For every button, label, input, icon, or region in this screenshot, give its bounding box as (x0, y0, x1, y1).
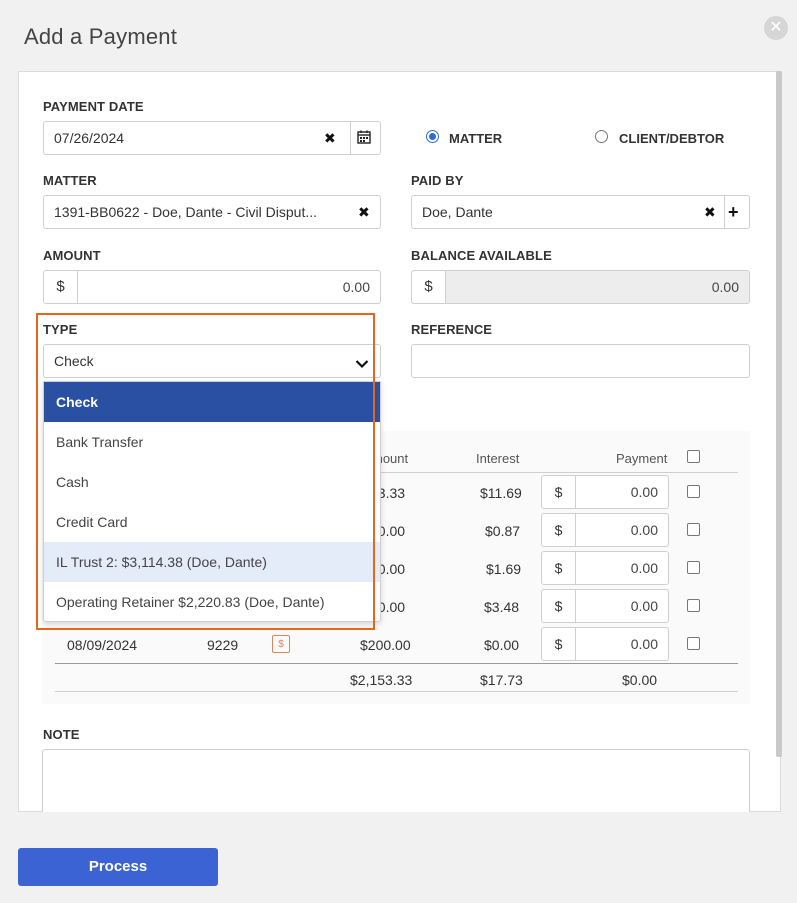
process-button[interactable]: Process (18, 848, 218, 886)
row-interest: $11.69 (480, 485, 522, 501)
row-interest: $3.48 (484, 599, 520, 615)
dialog-title: Add a Payment (24, 24, 178, 49)
payment-input[interactable]: $ 0.00 (541, 513, 669, 547)
payment-date-field[interactable]: 07/26/2024 ✖ (43, 121, 381, 155)
row-checkbox[interactable] (687, 637, 700, 650)
row-date: 08/09/2024 (67, 637, 138, 653)
clear-matter-icon[interactable]: ✖ (358, 196, 370, 228)
payment-date-label: PAYMENT DATE (43, 99, 144, 114)
clear-date-icon[interactable]: ✖ (324, 122, 336, 154)
scrollbar[interactable] (776, 71, 782, 757)
col-interest-header: Interest (476, 451, 520, 466)
payment-input[interactable]: $ 0.00 (541, 627, 669, 661)
balance-label: BALANCE AVAILABLE (411, 248, 552, 263)
matter-value: 1391-BB0622 - Doe, Dante - Civil Disput.… (54, 204, 318, 220)
radio-matter-label: MATTER (449, 131, 503, 146)
matter-field[interactable]: 1391-BB0622 - Doe, Dante - Civil Disput.… (43, 195, 381, 229)
note-label: NOTE (43, 727, 80, 742)
radio-matter[interactable] (426, 130, 439, 143)
payment-input[interactable]: $ 0.00 (541, 475, 669, 509)
matter-label: MATTER (43, 173, 97, 188)
reference-label: REFERENCE (411, 322, 493, 337)
row-number: 9229 (207, 637, 239, 653)
balance-currency: $ (412, 271, 446, 303)
clear-paid-by-icon[interactable]: ✖ (704, 196, 716, 228)
row-interest: $1.69 (486, 561, 522, 577)
balance-value: 0.00 (711, 279, 739, 295)
radio-client-label: CLIENT/DEBTOR (619, 131, 725, 146)
close-icon[interactable]: ✕ (764, 16, 788, 40)
radio-client-debtor[interactable] (595, 130, 608, 143)
paid-by-label: PAID BY (411, 173, 464, 188)
payment-date-value: 07/26/2024 (54, 130, 125, 146)
paid-by-field[interactable]: Doe, Dante ✖ + (411, 195, 750, 229)
row-interest: $0.87 (485, 523, 521, 539)
col-payment-header: Payment (616, 451, 668, 466)
total-payment: $0.00 (622, 672, 658, 688)
payment-input[interactable]: $ 0.00 (541, 551, 669, 585)
reference-input[interactable] (411, 344, 750, 378)
amount-label: AMOUNT (43, 248, 101, 263)
row-interest: $0.00 (484, 637, 520, 653)
amount-field[interactable]: $ 0.00 (43, 270, 381, 304)
calendar-icon[interactable] (357, 130, 371, 144)
payment-input[interactable]: $ 0.00 (541, 589, 669, 623)
invoice-calendar-icon[interactable]: $ (272, 635, 290, 653)
amount-currency: $ (44, 271, 78, 303)
total-interest: $17.73 (480, 672, 523, 688)
add-icon[interactable]: + (728, 196, 739, 228)
row-checkbox[interactable] (687, 561, 700, 574)
row-amount: $200.00 (360, 637, 411, 653)
row-checkbox[interactable] (687, 599, 700, 612)
highlight-box (36, 313, 375, 630)
paid-by-value: Doe, Dante (422, 204, 493, 220)
balance-field: $ 0.00 (411, 270, 750, 304)
select-all-checkbox[interactable] (687, 450, 700, 463)
row-checkbox[interactable] (687, 485, 700, 498)
amount-value: 0.00 (342, 279, 370, 295)
row-checkbox[interactable] (687, 523, 700, 536)
total-amount: $2,153.33 (350, 672, 413, 688)
